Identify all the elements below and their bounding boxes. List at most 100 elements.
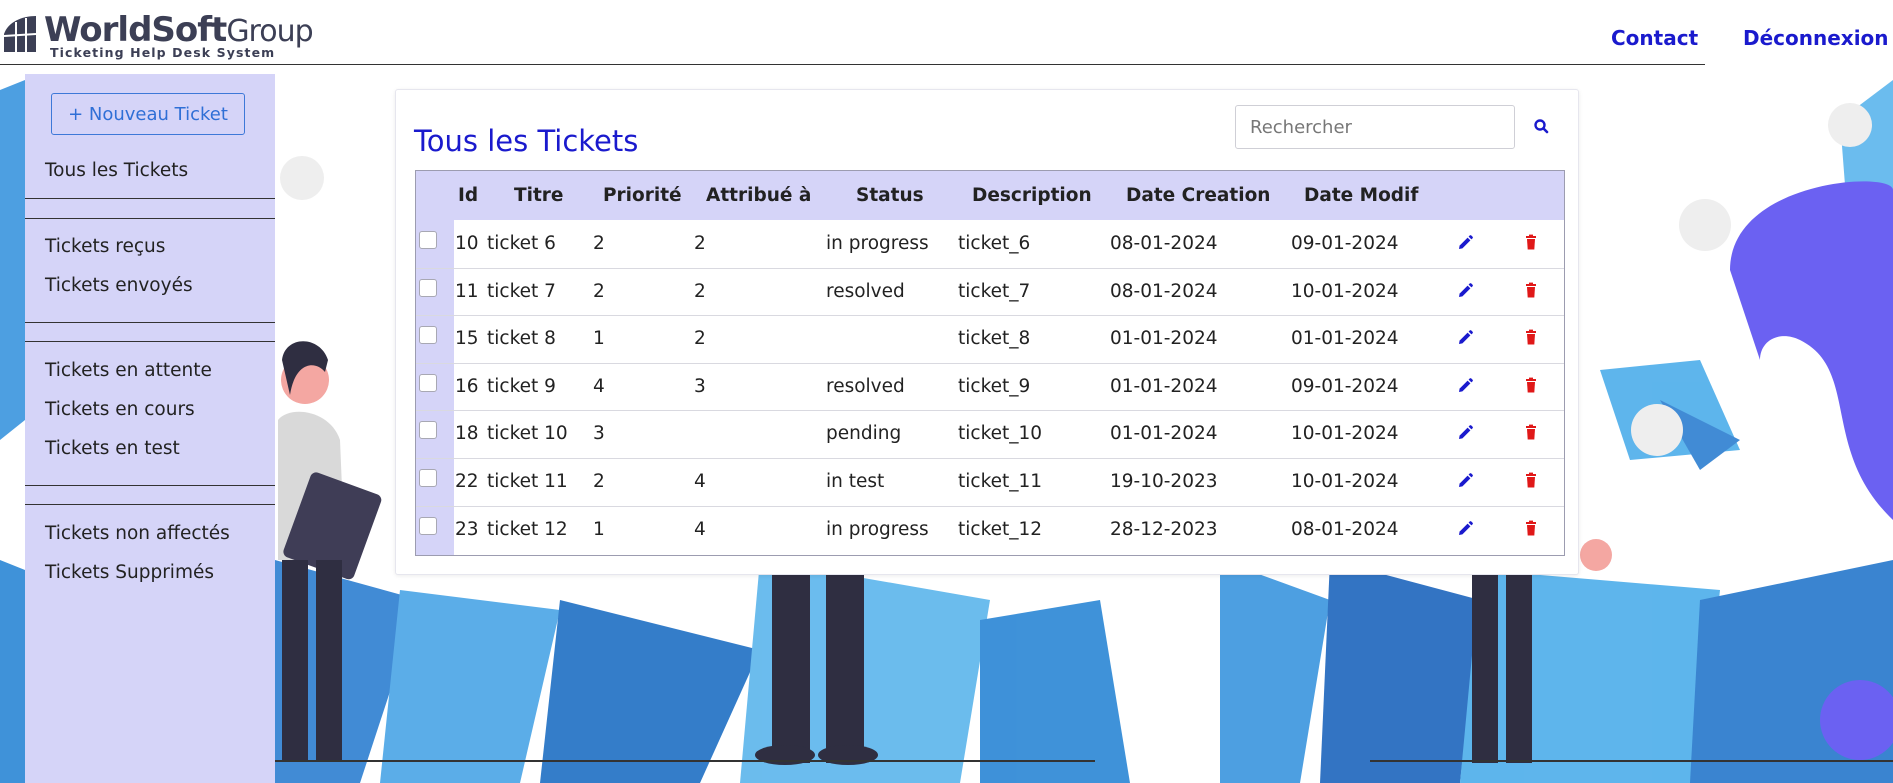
nav-logout-link[interactable]: Déconnexion bbox=[1743, 26, 1889, 50]
cell-attribue: 2 bbox=[694, 233, 706, 254]
row-checkbox[interactable] bbox=[419, 373, 437, 392]
cell-date-creation: 01-01-2024 bbox=[1110, 328, 1218, 350]
row-checkbox[interactable] bbox=[419, 516, 437, 535]
table-row[interactable]: 15 ticket 8 1 2 ticket_8 01-01-2024 01-01-2024 bbox=[416, 315, 1564, 362]
col-header-priorite[interactable]: Priorité bbox=[603, 185, 682, 206]
sidebar-item-in-progress[interactable]: Tickets en cours bbox=[45, 399, 195, 420]
cell-date-creation: 28-12-2023 bbox=[1110, 518, 1218, 540]
edit-button[interactable] bbox=[1452, 468, 1478, 494]
row-checkbox[interactable] bbox=[419, 278, 437, 297]
cell-description: ticket_6 bbox=[958, 233, 1031, 254]
cell-description: ticket_9 bbox=[958, 375, 1031, 397]
page-title: Tous les Tickets bbox=[414, 124, 639, 158]
cell-date-modif: 09-01-2024 bbox=[1291, 375, 1399, 397]
trash-icon bbox=[1526, 472, 1536, 488]
table-row[interactable]: 23 ticket 12 1 4 in progress ticket_12 28-12-2… bbox=[416, 506, 1564, 553]
cell-titre: ticket 9 bbox=[487, 375, 556, 397]
row-checkbox[interactable] bbox=[419, 469, 437, 487]
delete-button[interactable] bbox=[1518, 420, 1544, 446]
col-header-attribue[interactable]: Attribué à bbox=[706, 185, 811, 206]
row-checkbox[interactable] bbox=[419, 421, 437, 440]
delete-button[interactable] bbox=[1518, 373, 1544, 399]
cell-date-creation: 08-01-2024 bbox=[1110, 280, 1218, 302]
header-divider bbox=[0, 64, 1705, 65]
cell-attribue: 2 bbox=[694, 280, 706, 302]
cell-priorite: 1 bbox=[593, 518, 605, 540]
cell-attribue: 4 bbox=[694, 518, 706, 540]
pencil-icon bbox=[1459, 330, 1473, 345]
new-ticket-button[interactable]: + Nouveau Ticket bbox=[51, 93, 245, 135]
edit-button[interactable] bbox=[1452, 325, 1478, 351]
sidebar-divider bbox=[25, 485, 275, 486]
trash-icon bbox=[1526, 234, 1536, 250]
edit-button[interactable] bbox=[1452, 373, 1478, 399]
col-header-id[interactable]: Id bbox=[458, 185, 478, 206]
table-row[interactable]: 22 ticket 11 2 4 in test ticket_11 19-10-2023 1… bbox=[416, 458, 1564, 505]
col-header-date-modif[interactable]: Date Modif bbox=[1304, 185, 1418, 206]
delete-button[interactable] bbox=[1518, 230, 1544, 256]
cell-id: 22 bbox=[455, 471, 479, 492]
pencil-icon bbox=[1459, 473, 1473, 487]
pencil-icon bbox=[1459, 282, 1473, 297]
col-header-date-creation[interactable]: Date Creation bbox=[1126, 185, 1270, 206]
cell-status: resolved bbox=[826, 375, 905, 397]
cell-titre: ticket 7 bbox=[487, 280, 556, 302]
col-header-status[interactable]: Status bbox=[856, 185, 924, 206]
delete-button[interactable] bbox=[1518, 468, 1544, 494]
cell-date-modif: 01-01-2024 bbox=[1291, 328, 1399, 350]
cell-id: 18 bbox=[455, 423, 479, 445]
cell-date-modif: 10-01-2024 bbox=[1291, 423, 1399, 445]
sidebar-item-deleted[interactable]: Tickets Supprimés bbox=[45, 562, 214, 583]
cell-description: ticket_11 bbox=[958, 471, 1043, 492]
row-checkbox[interactable] bbox=[419, 326, 437, 345]
col-header-description[interactable]: Description bbox=[972, 185, 1092, 206]
cell-status: in progress bbox=[826, 233, 929, 254]
cell-date-modif: 08-01-2024 bbox=[1291, 518, 1399, 540]
logo-globe-icon bbox=[3, 16, 37, 52]
edit-button[interactable] bbox=[1452, 420, 1478, 446]
col-header-titre[interactable]: Titre bbox=[514, 185, 563, 206]
sidebar-divider bbox=[25, 198, 275, 199]
table-row[interactable]: 16 ticket 9 4 3 resolved ticket_9 01-01-2024 09… bbox=[416, 363, 1564, 410]
delete-button[interactable] bbox=[1518, 278, 1544, 304]
sidebar-divider bbox=[25, 322, 275, 323]
cell-attribue: 2 bbox=[694, 328, 706, 350]
search-input[interactable] bbox=[1235, 105, 1515, 149]
edit-button[interactable] bbox=[1452, 516, 1478, 542]
cell-id: 11 bbox=[455, 280, 479, 302]
cell-id: 15 bbox=[455, 328, 479, 350]
cell-attribue: 4 bbox=[694, 471, 706, 492]
pencil-icon bbox=[1459, 520, 1473, 535]
sidebar-item-unassigned[interactable]: Tickets non affectés bbox=[45, 523, 230, 544]
brand-logo[interactable]: WorldSoftGroup Ticketing Help Desk Syste… bbox=[2, 10, 314, 62]
edit-button[interactable] bbox=[1452, 230, 1478, 256]
table-row[interactable]: 18 ticket 10 3 pending ticket_10 01-01-2024 10… bbox=[416, 410, 1564, 457]
cell-status: in test bbox=[826, 471, 885, 492]
cell-priorite: 2 bbox=[593, 280, 605, 302]
cell-attribue: 3 bbox=[694, 375, 706, 397]
search-button[interactable] bbox=[1523, 108, 1561, 146]
table-row[interactable]: 11 ticket 7 2 2 resolved ticket_7 08-01-2024 10… bbox=[416, 268, 1564, 315]
cell-titre: ticket 8 bbox=[487, 328, 556, 350]
delete-button[interactable] bbox=[1518, 325, 1544, 351]
trash-icon bbox=[1526, 520, 1536, 536]
nav-contact-link[interactable]: Contact bbox=[1611, 26, 1698, 50]
cell-priorite: 2 bbox=[593, 233, 605, 254]
table-row[interactable]: 10 ticket 6 2 2 in progress ticket_6 08-01-202… bbox=[416, 220, 1564, 267]
cell-description: ticket_10 bbox=[958, 423, 1043, 445]
sidebar-item-waiting[interactable]: Tickets en attente bbox=[45, 360, 212, 381]
sidebar-item-all-tickets[interactable]: Tous les Tickets bbox=[45, 160, 188, 181]
row-checkbox[interactable] bbox=[419, 231, 437, 249]
edit-button[interactable] bbox=[1452, 278, 1478, 304]
trash-icon bbox=[1526, 377, 1536, 393]
delete-button[interactable] bbox=[1518, 516, 1544, 542]
cell-id: 23 bbox=[455, 518, 479, 540]
tickets-panel: Tous les Tickets Id Titre Priorité Attri… bbox=[395, 89, 1579, 575]
sidebar-item-sent[interactable]: Tickets envoyés bbox=[45, 275, 193, 296]
cell-titre: ticket 10 bbox=[487, 423, 568, 445]
sidebar-item-in-test[interactable]: Tickets en test bbox=[45, 438, 180, 459]
cell-id: 16 bbox=[455, 375, 479, 397]
pencil-icon bbox=[1459, 425, 1473, 440]
sidebar-item-received[interactable]: Tickets reçus bbox=[45, 236, 165, 257]
trash-icon bbox=[1526, 282, 1536, 298]
